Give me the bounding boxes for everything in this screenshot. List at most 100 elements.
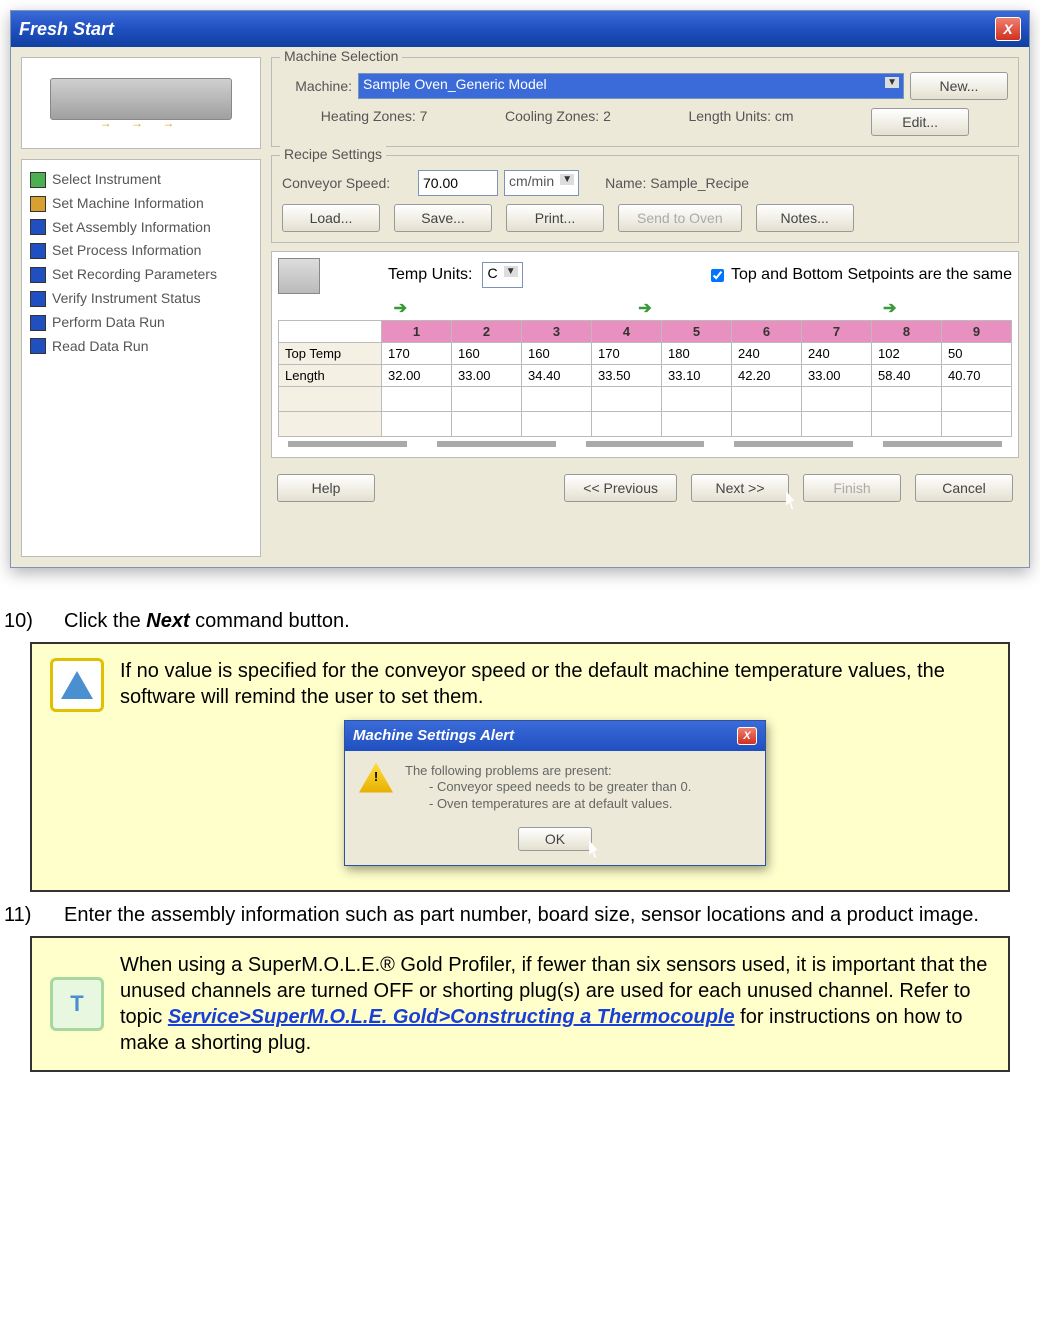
cell[interactable]: 240 bbox=[732, 343, 802, 365]
fresh-start-window: Fresh Start X Select Instrument Set Mach… bbox=[10, 10, 1030, 568]
cell[interactable]: 32.00 bbox=[382, 365, 452, 387]
table-row bbox=[279, 387, 1012, 412]
temp-units-label: Temp Units: bbox=[388, 266, 472, 284]
temp-units-value: C bbox=[487, 265, 497, 281]
zone-header: 2 bbox=[452, 321, 522, 343]
list-label: Perform Data Run bbox=[52, 311, 165, 335]
step-text: Click the bbox=[64, 610, 146, 632]
bottom-bars bbox=[278, 437, 1012, 451]
group-label: Machine Selection bbox=[280, 48, 402, 64]
cell[interactable]: 33.10 bbox=[662, 365, 732, 387]
help-button[interactable]: Help bbox=[277, 474, 375, 502]
zone-header: 1 bbox=[382, 321, 452, 343]
tip-icon: T bbox=[50, 977, 104, 1031]
list-label: Set Process Information bbox=[52, 239, 201, 263]
setpoints-checkbox[interactable]: Top and Bottom Setpoints are the same bbox=[707, 266, 1012, 285]
cell[interactable]: 50 bbox=[942, 343, 1012, 365]
alert-line: - Conveyor speed needs to be greater tha… bbox=[405, 779, 691, 796]
zone-header: 8 bbox=[872, 321, 942, 343]
notes-button[interactable]: Notes... bbox=[756, 204, 854, 232]
step-bold: Next bbox=[146, 610, 189, 632]
zone-settings-block: Temp Units: C Top and Bottom Setpoints a… bbox=[271, 251, 1019, 458]
save-button[interactable]: Save... bbox=[394, 204, 492, 232]
zone-table: 1 2 3 4 5 6 7 8 9 Top Temp 170 160 bbox=[278, 320, 1012, 437]
alert-titlebar: Machine Settings Alert X bbox=[345, 721, 765, 751]
document-body: 10)Click the Next command button. If no … bbox=[0, 578, 1040, 1118]
machine-value: Sample Oven_Generic Model bbox=[363, 76, 547, 92]
conveyor-speed-input[interactable] bbox=[418, 170, 498, 196]
cell[interactable]: 170 bbox=[382, 343, 452, 365]
list-label: Set Assembly Information bbox=[52, 216, 211, 240]
list-item: Read Data Run bbox=[30, 335, 252, 359]
cell[interactable]: 33.50 bbox=[592, 365, 662, 387]
cell[interactable]: 160 bbox=[522, 343, 592, 365]
step-text: Enter the assembly information such as p… bbox=[64, 904, 979, 926]
machine-select[interactable]: Sample Oven_Generic Model bbox=[358, 73, 904, 99]
length-units-label: Length Units: cm bbox=[688, 108, 793, 136]
setpoints-checkbox-input[interactable] bbox=[711, 269, 724, 282]
alert-dialog: Machine Settings Alert X ! The following… bbox=[344, 720, 766, 866]
zone-header: 7 bbox=[802, 321, 872, 343]
finish-button: Finish bbox=[803, 474, 901, 502]
new-button[interactable]: New... bbox=[910, 72, 1008, 100]
list-item: Set Recording Parameters bbox=[30, 263, 252, 287]
status-square-icon bbox=[30, 172, 46, 188]
alert-line: - Oven temperatures are at default value… bbox=[405, 796, 691, 813]
status-square-icon bbox=[30, 243, 46, 259]
list-label: Set Recording Parameters bbox=[52, 263, 217, 287]
status-square-icon bbox=[30, 338, 46, 354]
table-row: Length 32.00 33.00 34.40 33.50 33.10 42.… bbox=[279, 365, 1012, 387]
send-to-oven-button: Send to Oven bbox=[618, 204, 742, 232]
recipe-name-label: Name: Sample_Recipe bbox=[605, 175, 749, 191]
cell[interactable]: 240 bbox=[802, 343, 872, 365]
list-item: Perform Data Run bbox=[30, 311, 252, 335]
ok-button[interactable]: OK bbox=[518, 827, 592, 851]
cell[interactable]: 33.00 bbox=[802, 365, 872, 387]
cell[interactable]: 102 bbox=[872, 343, 942, 365]
cell[interactable]: 42.20 bbox=[732, 365, 802, 387]
arrow-icon: ➔ bbox=[394, 298, 407, 318]
arrow-icon: ➔ bbox=[638, 298, 651, 318]
warning-icon: ! bbox=[359, 763, 393, 793]
cell[interactable]: 34.40 bbox=[522, 365, 592, 387]
machine-preview-image bbox=[21, 57, 261, 149]
conveyor-arrows: ➔ ➔ ➔ bbox=[278, 296, 1012, 320]
doc-link[interactable]: Service>SuperM.O.L.E. Gold>Constructing … bbox=[168, 1006, 735, 1028]
cell[interactable]: 180 bbox=[662, 343, 732, 365]
list-item: Set Process Information bbox=[30, 239, 252, 263]
temp-units-select[interactable]: C bbox=[482, 262, 522, 288]
blank-header bbox=[279, 321, 382, 343]
speed-units-select[interactable]: cm/min bbox=[504, 170, 579, 196]
list-label: Select Instrument bbox=[52, 168, 161, 192]
close-icon[interactable]: X bbox=[737, 727, 757, 745]
row-label: Top Temp bbox=[279, 343, 382, 365]
step-text: command button. bbox=[190, 610, 350, 632]
cell[interactable]: 160 bbox=[452, 343, 522, 365]
monitor-icon bbox=[278, 258, 320, 294]
next-button[interactable]: Next >> bbox=[691, 474, 789, 502]
zone-header: 5 bbox=[662, 321, 732, 343]
cell[interactable]: 170 bbox=[592, 343, 662, 365]
load-button[interactable]: Load... bbox=[282, 204, 380, 232]
conveyor-speed-label: Conveyor Speed: bbox=[282, 175, 412, 191]
close-icon[interactable]: X bbox=[995, 17, 1021, 41]
edit-button[interactable]: Edit... bbox=[871, 108, 969, 136]
status-square-icon bbox=[30, 291, 46, 307]
note-box-tip: T When using a SuperM.O.L.E.® Gold Profi… bbox=[30, 936, 1010, 1072]
status-square-icon bbox=[30, 196, 46, 212]
print-button[interactable]: Print... bbox=[506, 204, 604, 232]
cooling-zones-label: Cooling Zones: 2 bbox=[505, 108, 611, 136]
group-label: Recipe Settings bbox=[280, 146, 386, 162]
cell[interactable]: 33.00 bbox=[452, 365, 522, 387]
zone-header: 6 bbox=[732, 321, 802, 343]
status-square-icon bbox=[30, 219, 46, 235]
previous-button[interactable]: << Previous bbox=[564, 474, 677, 502]
cancel-button[interactable]: Cancel bbox=[915, 474, 1013, 502]
cell[interactable]: 58.40 bbox=[872, 365, 942, 387]
table-header-row: 1 2 3 4 5 6 7 8 9 bbox=[279, 321, 1012, 343]
note-box-info: If no value is specified for the conveyo… bbox=[30, 642, 1010, 892]
cell[interactable]: 40.70 bbox=[942, 365, 1012, 387]
table-row: Top Temp 170 160 160 170 180 240 240 102… bbox=[279, 343, 1012, 365]
zone-header: 9 bbox=[942, 321, 1012, 343]
status-square-icon bbox=[30, 267, 46, 283]
